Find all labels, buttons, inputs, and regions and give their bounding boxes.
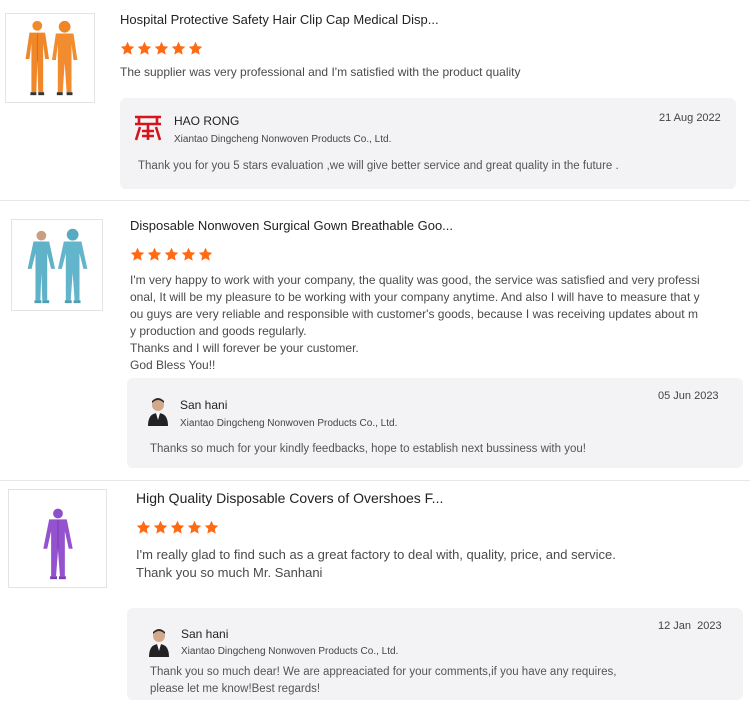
comment-line: I'm very happy to work with your company… [130,273,700,287]
star-icon [130,247,145,262]
comment-line: Thanks and I will forever be your custom… [130,341,359,355]
star-icon [188,41,203,56]
blue-coverall-image [12,220,102,310]
haorong-logo [132,112,164,144]
reply-text: Thank you for you 5 stars evaluation ,we… [138,160,619,172]
reply-date: 12 Jan 2023 [658,620,722,632]
star-rating [136,520,219,535]
comment-line: ou guys are very reliable and responsibl… [130,307,698,321]
star-icon [120,41,135,56]
reply-text-line: please let me know!Best regards! [150,683,321,695]
review-card: Hospital Protective Safety Hair Clip Cap… [0,0,750,200]
reply-author-name: San hani [181,627,229,641]
review-card: High Quality Disposable Covers of Oversh… [0,480,750,713]
reply-date: 05 Jun 2023 [658,390,719,402]
star-icon [170,520,185,535]
product-image[interactable] [8,489,107,588]
product-image[interactable] [5,13,95,103]
star-icon [147,247,162,262]
product-title[interactable]: Disposable Nonwoven Surgical Gown Breath… [130,218,453,233]
review-comment: I'm very happy to work with your company… [130,272,742,374]
supplier-reply: San hani Xiantao Dingcheng Nonwoven Prod… [127,378,743,468]
star-icon [187,520,202,535]
product-image[interactable] [11,219,103,311]
star-icon [137,41,152,56]
reply-company: Xiantao Dingcheng Nonwoven Products Co.,… [180,418,398,429]
product-title[interactable]: High Quality Disposable Covers of Oversh… [136,490,443,506]
review-comment: The supplier was very professional and I… [120,65,521,79]
review-comment: I'm really glad to find such as a great … [136,546,736,582]
orange-coverall-image [6,14,94,102]
supplier-reply: San hani Xiantao Dingcheng Nonwoven Prod… [127,608,743,700]
comment-line: y production and goods regularly. [130,324,307,338]
reply-company: Xiantao Dingcheng Nonwoven Products Co.,… [181,646,399,657]
person-avatar [147,396,169,426]
star-icon [136,520,151,535]
reply-author-name: San hani [180,398,228,412]
person-avatar [148,627,170,657]
reply-date: 21 Aug 2022 [659,112,721,124]
star-icon [204,520,219,535]
star-icon [181,247,196,262]
reply-company: Xiantao Dingcheng Nonwoven Products Co.,… [174,134,392,145]
star-icon [154,41,169,56]
review-card: Disposable Nonwoven Surgical Gown Breath… [0,200,750,480]
reply-text-line: Thank you so much dear! We are appreacia… [150,666,617,678]
purple-coverall-image [9,490,106,587]
reply-text: Thank you so much dear! We are appreacia… [150,664,735,698]
comment-line: I'm really glad to find such as a great … [136,547,616,562]
star-rating [130,247,213,262]
star-icon [198,247,213,262]
comment-line: onal, It will be my pleasure to be worki… [130,290,700,304]
comment-line: God Bless You!! [130,358,216,372]
reply-author-name: HAO RONG [174,114,240,128]
star-rating [120,41,203,56]
star-icon [164,247,179,262]
star-icon [171,41,186,56]
star-icon [153,520,168,535]
reply-text: Thanks so much for your kindly feedbacks… [150,443,586,455]
product-title[interactable]: Hospital Protective Safety Hair Clip Cap… [120,12,439,27]
supplier-reply: HAO RONG Xiantao Dingcheng Nonwoven Prod… [120,98,736,189]
comment-line: Thank you so much Mr. Sanhani [136,565,323,580]
